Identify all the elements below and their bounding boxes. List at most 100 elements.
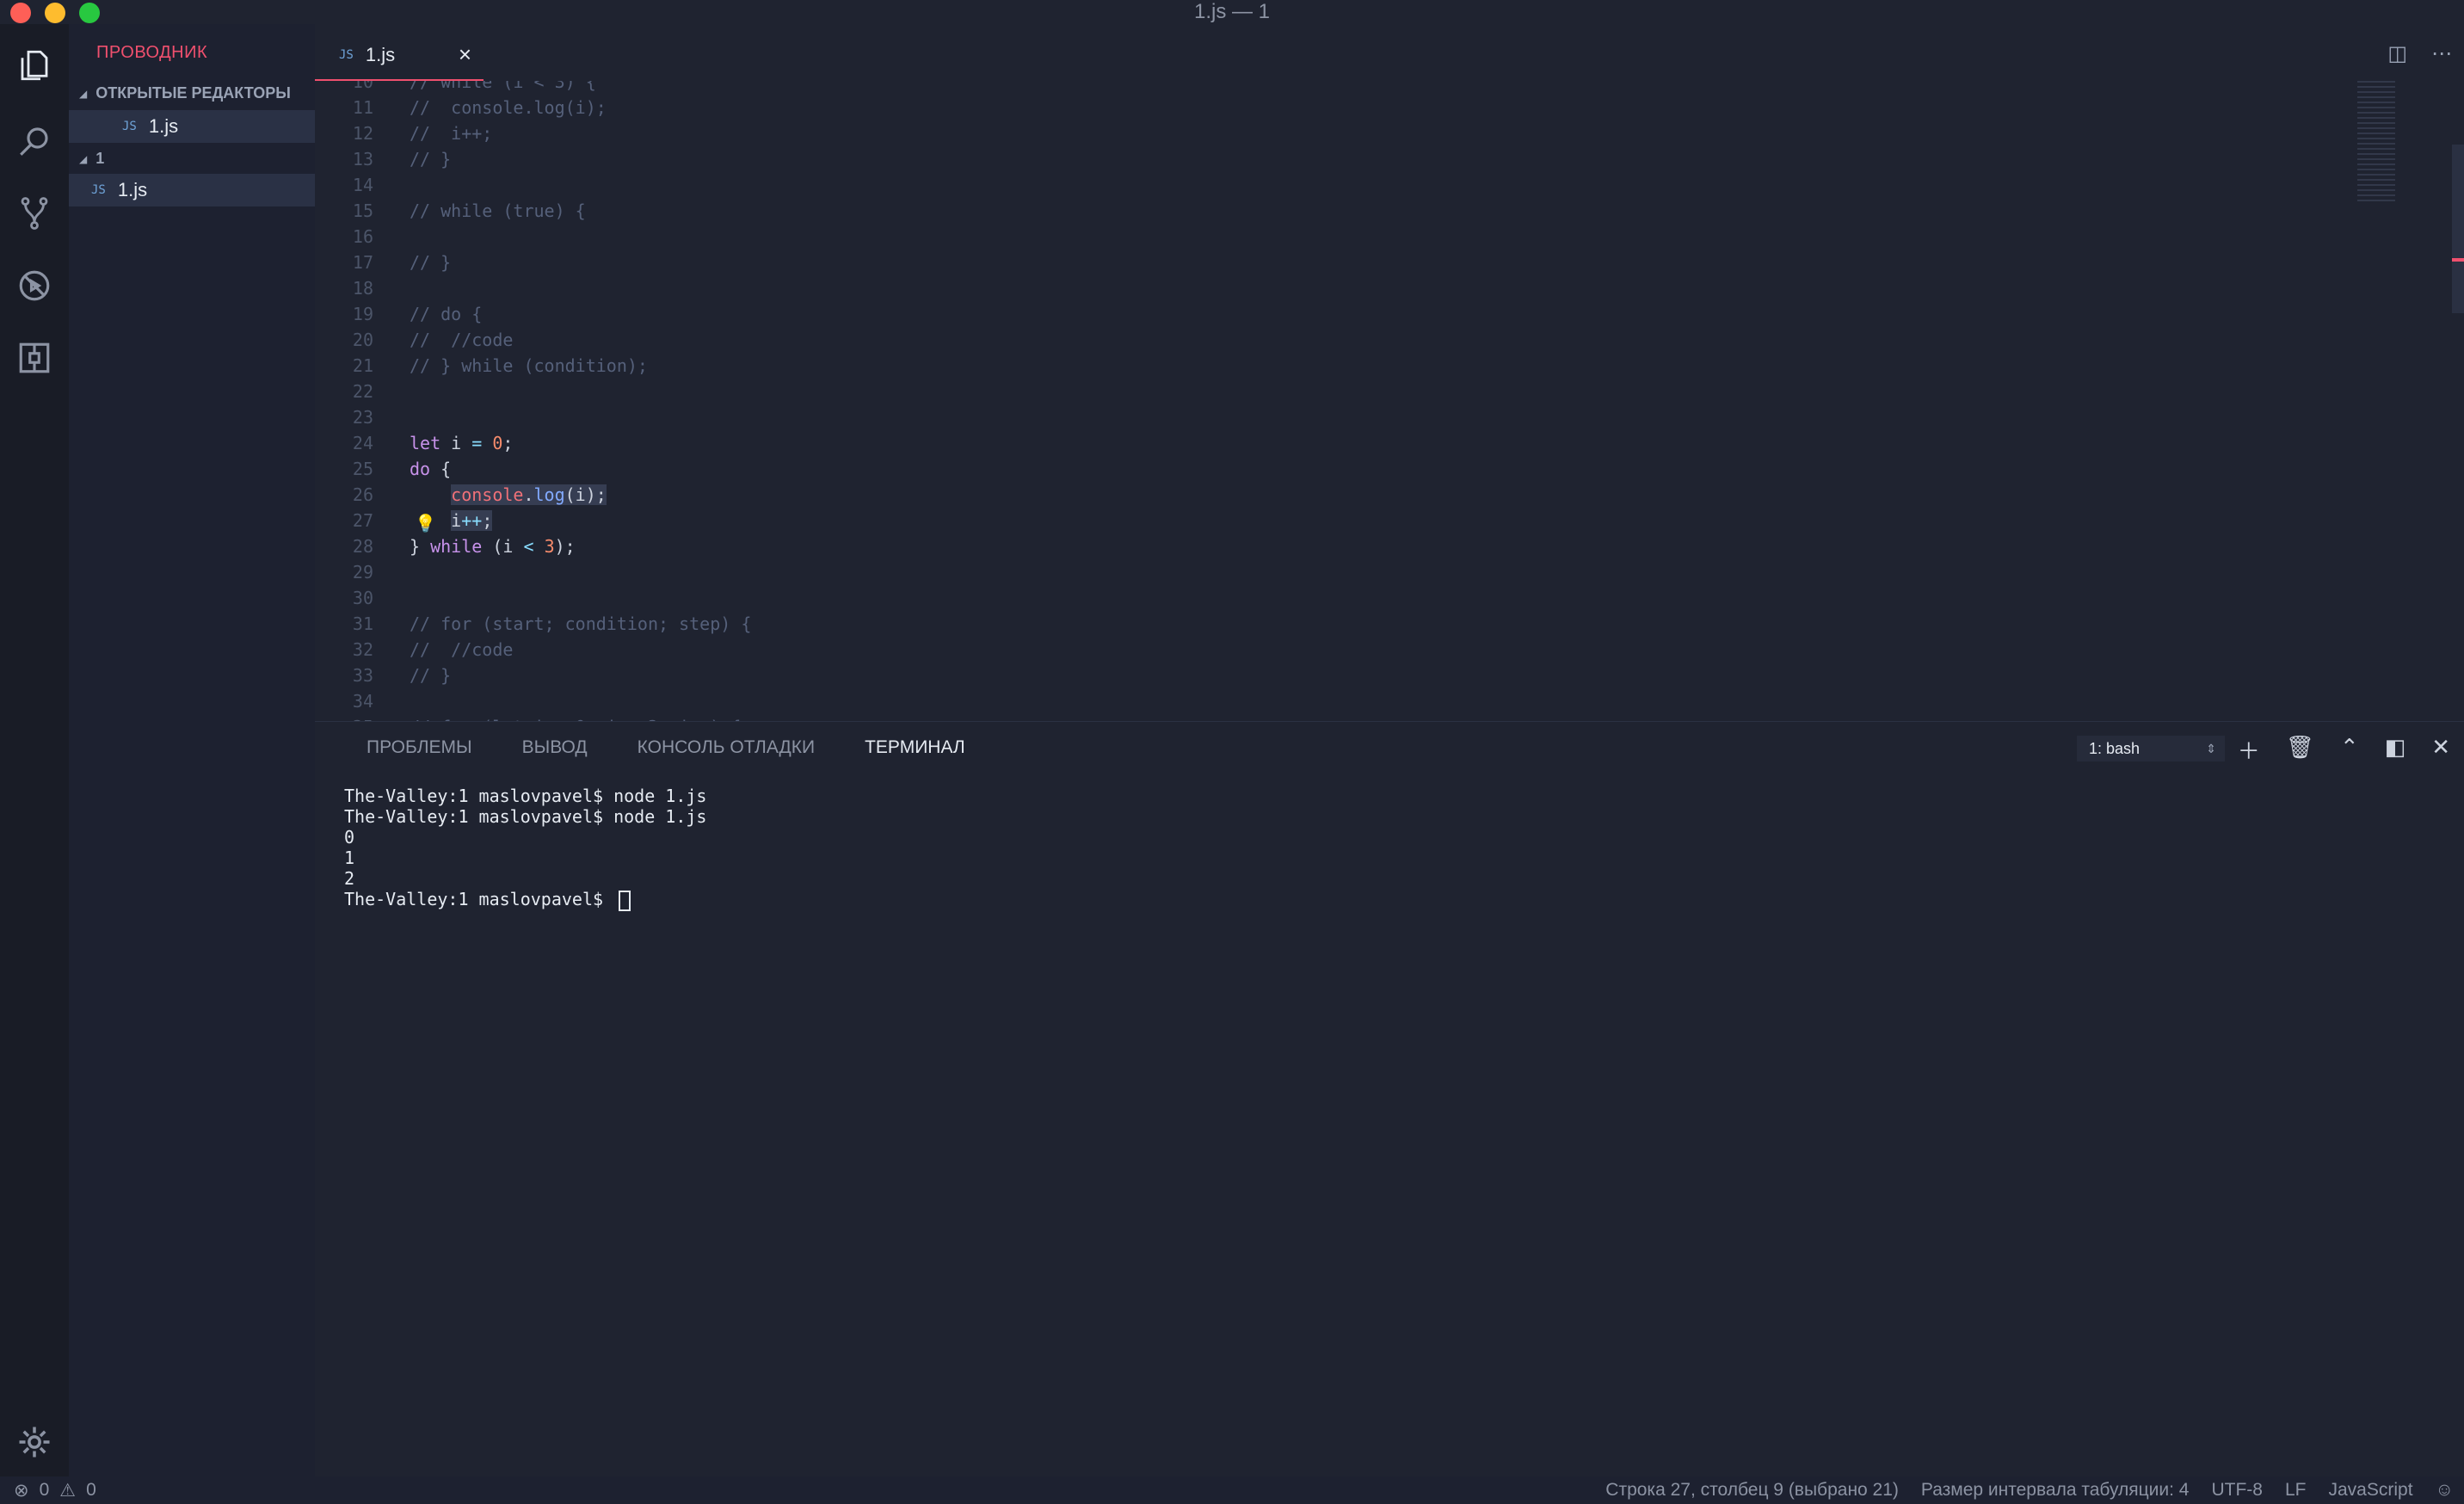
- trash-icon[interactable]: 🗑: [2286, 734, 2314, 766]
- code-text: // //code: [410, 330, 514, 350]
- line-number: 30: [352, 588, 373, 608]
- code-line[interactable]: 26 console.log(i);: [315, 482, 2380, 508]
- code-line[interactable]: 20 // //code: [315, 327, 2380, 353]
- more-actions-icon[interactable]: ⋯: [2431, 41, 2452, 66]
- warning-icon: ⚠: [59, 1481, 77, 1501]
- code-line[interactable]: 35 // for (let i = 0; i < 3; i++) {: [315, 714, 2380, 721]
- line-number: 34: [352, 691, 373, 712]
- code-text: // for (let i = 0; i < 3; i++) {: [410, 714, 741, 721]
- line-number: 25: [352, 459, 373, 479]
- open-editor-label: 1.js: [148, 115, 179, 137]
- activity-bar: [0, 24, 69, 1476]
- problems-status[interactable]: ⊗ 0 ⚠ 0: [14, 1480, 96, 1501]
- code-line[interactable]: 34: [315, 688, 2380, 714]
- expand-arrow-icon: ◢: [79, 87, 88, 100]
- open-editors-header[interactable]: ◢ ОТКРЫТЫЕ РЕДАКТОРЫ: [79, 84, 291, 102]
- code-line[interactable]: 24 let i = 0;: [315, 430, 2380, 456]
- folder-header[interactable]: ◢ 1: [79, 150, 104, 168]
- code-line[interactable]: 10 // while (i < 3) {: [315, 81, 2380, 95]
- language-mode[interactable]: JavaScript: [2329, 1480, 2413, 1501]
- code-line[interactable]: 13 // }: [315, 146, 2380, 172]
- debug-icon[interactable]: [14, 265, 55, 306]
- indent-setting[interactable]: Размер интервала табуляции: 4: [1921, 1480, 2190, 1501]
- files-icon[interactable]: [14, 45, 55, 86]
- terminal-line: 2: [344, 868, 355, 889]
- window-title: 1.js — 1: [1193, 0, 1271, 23]
- terminal-select[interactable]: 1: bash ⇕: [2077, 736, 2225, 761]
- terminal-cursor: [619, 890, 631, 911]
- code-text: // }: [410, 252, 452, 273]
- line-number: 15: [352, 200, 373, 221]
- code-editor[interactable]: 10 // while (i < 3) {11 // console.log(i);…: [315, 81, 2464, 721]
- line-number: 31: [352, 613, 373, 634]
- code-line[interactable]: 27 i++; 💡: [315, 508, 2380, 533]
- line-number: 14: [352, 175, 373, 195]
- code-line[interactable]: 18: [315, 275, 2380, 301]
- code-line[interactable]: 25 do {: [315, 456, 2380, 482]
- code-text: let i = 0;: [410, 433, 514, 453]
- code-text: // } while (condition);: [410, 355, 648, 376]
- code-line[interactable]: 14: [315, 172, 2380, 198]
- scroll-marker: [2452, 258, 2464, 262]
- editor-scrollbar[interactable]: [2452, 145, 2464, 313]
- line-number: 24: [352, 433, 373, 453]
- line-number: 20: [352, 330, 373, 350]
- status-right: Строка 27, столбец 9 (выбрано 21) Размер…: [1605, 1480, 2454, 1501]
- line-number: 16: [352, 226, 373, 247]
- extensions-icon[interactable]: [14, 337, 55, 379]
- warning-count: 0: [86, 1480, 96, 1500]
- code-line[interactable]: 32 // //code: [315, 637, 2380, 663]
- tab-terminal[interactable]: ТЕРМИНАЛ: [865, 737, 965, 758]
- code-line[interactable]: 28} while (i < 3);: [315, 533, 2380, 559]
- code-line[interactable]: 29: [315, 559, 2380, 585]
- cursor-position[interactable]: Строка 27, столбец 9 (выбрано 21): [1605, 1480, 1899, 1501]
- code-line[interactable]: 16: [315, 224, 2380, 250]
- error-icon: ⊗: [14, 1481, 29, 1501]
- tab-problems[interactable]: ПРОБЛЕМЫ: [367, 737, 472, 758]
- js-file-icon: JS: [339, 48, 354, 62]
- chevron-up-icon[interactable]: ⌃: [2340, 734, 2359, 766]
- line-number: 18: [352, 278, 373, 299]
- tab-1-js[interactable]: JS 1.js ×: [315, 31, 484, 82]
- code-text: } while (i < 3);: [410, 536, 576, 557]
- terminal-output[interactable]: The-Valley:1 maslovpavel$ node 1.js The-…: [344, 786, 706, 911]
- line-number: 19: [352, 304, 373, 324]
- code-line[interactable]: 19 // do {: [315, 301, 2380, 327]
- tab-debug-console[interactable]: КОНСОЛЬ ОТЛАДКИ: [638, 737, 815, 758]
- search-icon[interactable]: [14, 120, 55, 162]
- line-number: 32: [352, 639, 373, 660]
- line-number: 10: [352, 81, 373, 92]
- code-line[interactable]: 23: [315, 404, 2380, 430]
- explorer-title: ПРОВОДНИК: [96, 43, 208, 62]
- line-number: 27: [352, 510, 373, 531]
- add-terminal-icon[interactable]: ＋: [2238, 734, 2260, 766]
- code-line[interactable]: 22: [315, 379, 2380, 404]
- code-line[interactable]: 15 // while (true) {: [315, 198, 2380, 224]
- editor-actions: ◫ ⋯: [2387, 41, 2452, 66]
- toggle-panel-icon[interactable]: ◧: [2385, 734, 2406, 766]
- code-line[interactable]: 12 // i++;: [315, 120, 2380, 146]
- open-editor-item[interactable]: JS 1.js: [69, 110, 315, 143]
- source-control-icon[interactable]: [14, 193, 55, 234]
- close-panel-icon[interactable]: ✕: [2431, 734, 2450, 766]
- code-line[interactable]: 31 // for (start; condition; step) {: [315, 611, 2380, 637]
- lightbulb-icon[interactable]: 💡: [415, 510, 436, 536]
- panel-tabs: ПРОБЛЕМЫ ВЫВОД КОНСОЛЬ ОТЛАДКИ ТЕРМИНАЛ: [367, 737, 965, 758]
- terminal-prompt-line: The-Valley:1 maslovpavel$: [344, 889, 706, 911]
- split-editor-icon[interactable]: ◫: [2387, 41, 2407, 66]
- feedback-smiley-icon[interactable]: ☺: [2436, 1480, 2454, 1501]
- code-line[interactable]: 33 // }: [315, 663, 2380, 688]
- expand-arrow-icon: ◢: [79, 152, 88, 165]
- encoding[interactable]: UTF-8: [2211, 1480, 2263, 1501]
- code-line[interactable]: 17 // }: [315, 250, 2380, 275]
- select-arrows-icon: ⇕: [2206, 742, 2216, 755]
- line-number: 23: [352, 407, 373, 428]
- line-ending[interactable]: LF: [2285, 1480, 2307, 1501]
- gear-icon[interactable]: [14, 1421, 55, 1463]
- code-line[interactable]: 21 // } while (condition);: [315, 353, 2380, 379]
- close-icon[interactable]: ×: [459, 41, 471, 68]
- tab-output[interactable]: ВЫВОД: [522, 737, 588, 758]
- code-line[interactable]: 11 // console.log(i);: [315, 95, 2380, 120]
- file-tree-item[interactable]: JS 1.js: [69, 174, 315, 206]
- code-line[interactable]: 30: [315, 585, 2380, 611]
